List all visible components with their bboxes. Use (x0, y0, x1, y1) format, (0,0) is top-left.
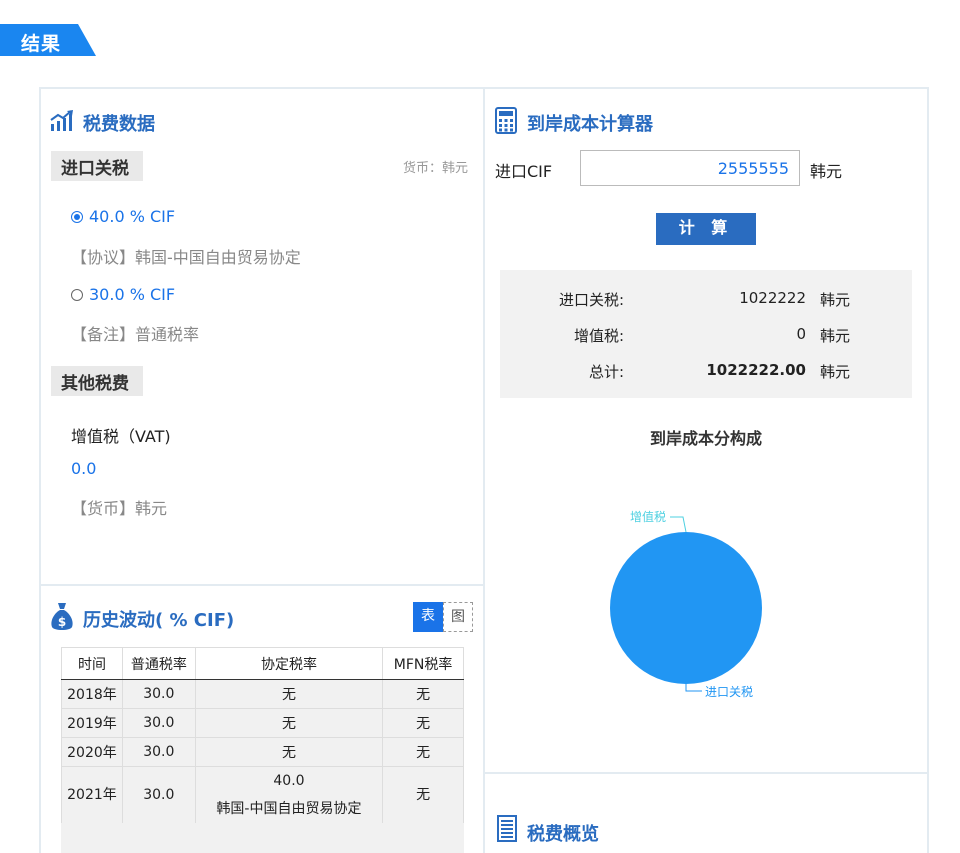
table-view-button[interactable]: 表 (413, 602, 443, 632)
table-cell: 30.0 (122, 679, 196, 709)
col-header-agreement-rate: 协定税率 (195, 647, 384, 680)
col-header-general-rate: 普通税率 (122, 647, 196, 680)
table-row: 2020年 30.0 无 无 (61, 737, 464, 767)
right-section-divider (485, 772, 927, 774)
table-cell: 2018年 (61, 679, 123, 709)
vat-name: 增值税（VAT) (71, 427, 171, 446)
pie-leader-line (670, 516, 687, 533)
rate-option-radio-2[interactable] (71, 289, 83, 301)
result-row-vat: 增值税: 0 韩元 (500, 325, 912, 345)
table-cell: 30.0 (122, 708, 196, 738)
other-fees-label: 其他税费 (51, 366, 143, 396)
rate-option-radio-1[interactable] (71, 211, 83, 223)
result-tag-label: 结果 (21, 33, 62, 55)
pie-label: 增值税 (630, 509, 666, 524)
table-cell: 无 (382, 737, 464, 767)
chart-title: 到岸成本分构成 (649, 429, 762, 448)
table-cell: 2019年 (61, 708, 123, 738)
table-cell: 无 (382, 679, 464, 709)
rate-option-note-1: 【协议】韩国-中国自由贸易协定 (71, 248, 301, 267)
result-summary: 进口关税: 1022222 韩元 增值税: 0 韩元 总计: 1022222.0… (500, 270, 912, 398)
col-header-time: 时间 (61, 647, 123, 680)
pie-leader-line (685, 684, 702, 692)
table-row: 2019年 30.0 无 无 (61, 708, 464, 738)
left-section-divider (41, 584, 483, 586)
rate-option-label-2[interactable]: 30.0 % CIF (89, 285, 175, 304)
table-cell: 2021年 (61, 766, 123, 824)
table-footer-area (61, 823, 464, 853)
import-duty-label: 进口关税 (51, 151, 143, 181)
result-unit: 韩元 (820, 291, 851, 309)
pie-slice-0[interactable] (610, 532, 762, 684)
result-value: 1022222.00 (706, 361, 806, 379)
agreement-rate-value: 40.0 (273, 773, 305, 789)
vat-currency: 【货币】韩元 (71, 499, 168, 518)
table-cell: 无 (195, 708, 384, 738)
pie-label: 进口关税 (705, 685, 753, 699)
chart-view-button[interactable]: 图 (443, 602, 473, 632)
calculator-icon (495, 107, 517, 134)
table-header-row: 时间 普通税率 协定税率 MFN税率 (61, 647, 464, 680)
vat-value: 0.0 (71, 459, 97, 478)
overview-title: 税费概览 (527, 824, 599, 845)
result-value: 0 (796, 325, 806, 343)
result-label: 总计: (588, 363, 624, 381)
cif-unit: 韩元 (810, 162, 843, 181)
history-title: 历史波动( % CIF) (83, 610, 235, 631)
table-cell: 无 (195, 679, 384, 709)
calculate-button[interactable]: 计 算 (656, 213, 756, 245)
table-cell: 40.0 韩国-中国自由贸易协定 (195, 766, 384, 824)
table-cell: 无 (382, 708, 464, 738)
table-row: 2021年 30.0 40.0 韩国-中国自由贸易协定 无 (61, 766, 464, 824)
trend-chart-icon (50, 110, 73, 131)
result-label: 进口关税: (558, 291, 624, 309)
table-cell: 30.0 (122, 766, 196, 824)
currency-note: 货币：韩元 (403, 161, 469, 176)
result-unit: 韩元 (820, 363, 851, 381)
svg-text:$: $ (58, 615, 66, 629)
table-cell: 2020年 (61, 737, 123, 767)
calculator-title: 到岸成本计算器 (527, 114, 653, 135)
result-value: 1022222 (739, 289, 806, 307)
table-cell: 无 (382, 766, 464, 824)
cost-pie-chart: 进口关税 增值税 (610, 509, 762, 699)
result-tag: 结果 (0, 24, 96, 56)
table-cell: 无 (195, 737, 384, 767)
table-cell: 30.0 (122, 737, 196, 767)
history-table: 时间 普通税率 协定税率 MFN税率 2018年 30.0 无 无 2019年 … (61, 647, 464, 824)
cif-label: 进口CIF (495, 162, 553, 181)
rate-option-label-1[interactable]: 40.0 % CIF (89, 207, 175, 226)
cif-input[interactable] (580, 150, 800, 186)
tax-data-title: 税费数据 (83, 114, 155, 135)
table-row: 2018年 30.0 无 无 (61, 679, 464, 709)
result-label: 增值税: (573, 327, 624, 345)
agreement-name: 韩国-中国自由贸易协定 (216, 801, 362, 817)
result-row-import-duty: 进口关税: 1022222 韩元 (500, 289, 912, 309)
money-bag-icon: $ (51, 603, 73, 630)
document-list-icon (497, 815, 517, 842)
result-unit: 韩元 (820, 327, 851, 345)
rate-option-note-2: 【备注】普通税率 (71, 325, 200, 344)
result-row-total: 总计: 1022222.00 韩元 (500, 361, 912, 381)
col-header-mfn-rate: MFN税率 (382, 647, 464, 680)
view-toggle: 表 图 (413, 602, 473, 632)
